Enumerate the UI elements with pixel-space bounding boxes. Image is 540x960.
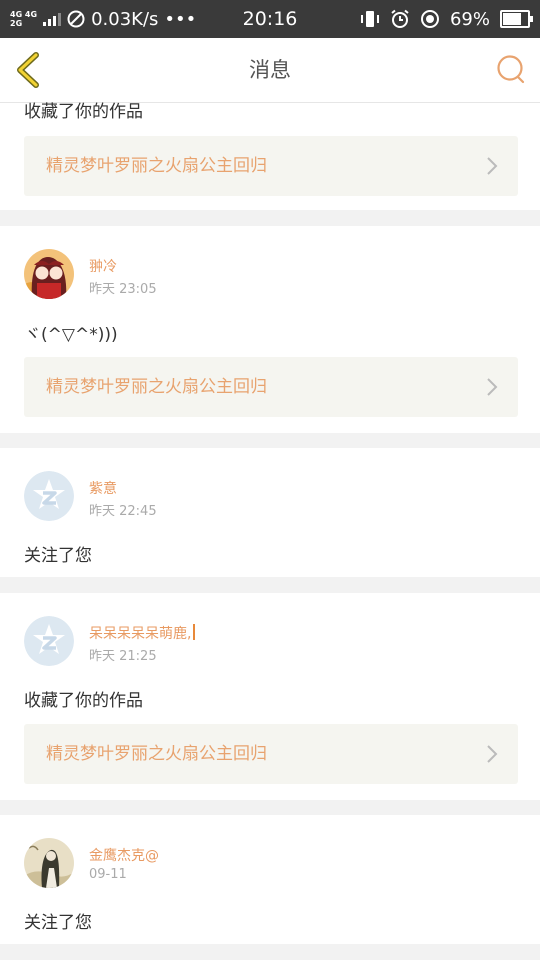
user-name[interactable]: 翀冷 [89, 256, 117, 276]
message-text: 收藏了你的作品 [24, 691, 143, 711]
work-link[interactable]: 精灵梦叶罗丽之火扇公主回归 [24, 136, 518, 196]
message-card: 收藏了你的作品 精灵梦叶罗丽之火扇公主回归 [0, 102, 540, 210]
message-card: 紫意 昨天 22:45 关注了您 [0, 448, 540, 577]
message-text: 收藏了你的作品 [24, 102, 143, 122]
user-name[interactable]: 紫意 [89, 478, 117, 498]
status-right: 69% [360, 0, 533, 38]
message-text: 关注了您 [24, 913, 92, 933]
vibrate-icon [360, 11, 379, 27]
user-name-text: 呆呆呆呆呆萌鹿, [89, 626, 192, 642]
avatar[interactable] [24, 616, 74, 666]
timestamp: 昨天 23:05 [89, 282, 157, 297]
avatar[interactable] [24, 471, 74, 521]
user-name[interactable]: 金鹰杰克@ [89, 845, 159, 865]
timestamp: 09-11 [89, 867, 127, 882]
avatar-ink-painting-image [24, 838, 74, 888]
default-avatar-icon [24, 616, 74, 666]
work-title: 精灵梦叶罗丽之火扇公主回归 [46, 377, 267, 397]
text-cursor [193, 624, 196, 640]
user-name[interactable]: 呆呆呆呆呆萌鹿, [89, 623, 196, 643]
work-title: 精灵梦叶罗丽之火扇公主回归 [46, 156, 267, 176]
battery-percent: 69% [449, 8, 490, 30]
message-text: 关注了您 [24, 546, 92, 566]
timestamp: 昨天 22:45 [89, 504, 157, 519]
default-avatar-icon [24, 471, 74, 521]
work-link[interactable]: 精灵梦叶罗丽之火扇公主回归 [24, 357, 518, 417]
avatar[interactable] [24, 249, 74, 299]
header: 消息 [0, 38, 540, 103]
work-link[interactable]: 精灵梦叶罗丽之火扇公主回归 [24, 724, 518, 784]
avatar-anime-girls-image [24, 249, 74, 299]
chevron-right-icon [487, 378, 498, 396]
alarm-icon [391, 9, 409, 28]
chevron-right-icon [487, 157, 498, 175]
work-title: 精灵梦叶罗丽之火扇公主回归 [46, 744, 267, 764]
chevron-right-icon [487, 745, 498, 763]
location-icon [420, 10, 439, 28]
message-card: 呆呆呆呆呆萌鹿, 昨天 21:25 收藏了你的作品 精灵梦叶罗丽之火扇公主回归 [0, 593, 540, 800]
message-card: 金鹰杰克@ 09-11 关注了您 [0, 815, 540, 944]
search-icon[interactable] [496, 54, 526, 84]
battery-icon [500, 10, 533, 28]
page-title: 消息 [249, 58, 291, 82]
status-bar: 4G 4G 2G 0.03K/s ••• 20:16 69% [0, 0, 540, 38]
avatar[interactable] [24, 838, 74, 888]
timestamp: 昨天 21:25 [89, 649, 157, 664]
message-card: 翀冷 昨天 23:05 ヾ(^▽^*))) 精灵梦叶罗丽之火扇公主回归 [0, 226, 540, 433]
message-text: ヾ(^▽^*))) [24, 325, 118, 345]
